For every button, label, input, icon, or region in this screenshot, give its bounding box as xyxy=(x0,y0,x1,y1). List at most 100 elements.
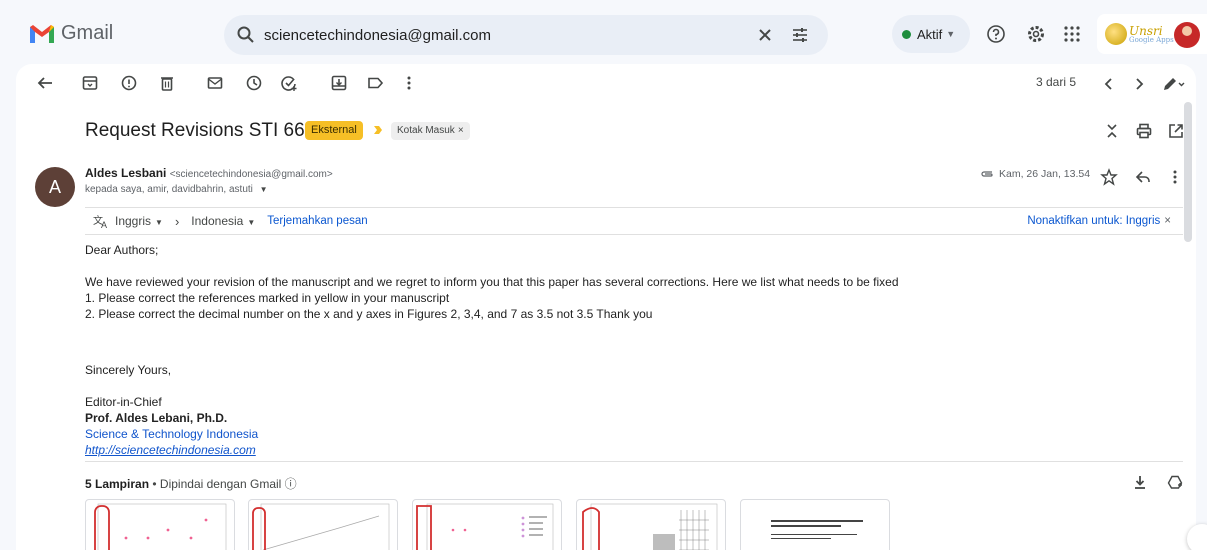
org-logo-icon xyxy=(1105,23,1127,45)
signature-url-link[interactable]: http://sciencetechindonesia.com xyxy=(85,442,899,458)
info-icon[interactable]: ⓘ xyxy=(285,477,297,491)
target-language-select[interactable]: Indonesia ▼ xyxy=(191,214,255,228)
chevron-down-icon: ▼ xyxy=(247,218,256,227)
status-label: Aktif xyxy=(917,26,943,42)
save-to-drive-icon[interactable] xyxy=(1167,474,1183,490)
body-closing: Sincerely Yours, xyxy=(85,363,172,377)
label-icon[interactable] xyxy=(366,74,384,92)
date-text: Kam, 26 Jan, 13.54 xyxy=(999,168,1091,180)
attachment-preview-image xyxy=(252,503,390,550)
org-logo-sub: Google Apps xyxy=(1129,35,1174,44)
back-arrow-icon[interactable] xyxy=(36,74,54,92)
label-external-badge: Eksternal xyxy=(305,121,363,140)
more-vertical-icon[interactable] xyxy=(1166,168,1184,186)
translate-message-link[interactable]: Terjemahkan pesan xyxy=(267,215,367,227)
attachments-scan-note: Dipindai dengan Gmail xyxy=(159,477,282,491)
attachment-thumbnail[interactable] xyxy=(85,499,235,550)
search-bar[interactable]: sciencetechindonesia@gmail.com xyxy=(224,15,828,55)
close-icon[interactable]: × xyxy=(1164,215,1171,227)
importance-marker-icon[interactable] xyxy=(373,125,383,135)
recipients-list: kepada saya, amir, davidbahrin, astuti xyxy=(85,184,253,195)
trash-icon[interactable] xyxy=(158,74,176,92)
body-item-1: 1. Please correct the references marked … xyxy=(85,291,450,305)
attachment-thumbnail[interactable] xyxy=(412,499,562,550)
print-icon[interactable] xyxy=(1135,122,1153,140)
message-body: Dear Authors; We have reviewed your revi… xyxy=(85,242,899,458)
user-avatar[interactable] xyxy=(1174,22,1200,48)
svg-text:A: A xyxy=(101,220,107,229)
body-paragraph: We have reviewed your revision of the ma… xyxy=(85,275,899,289)
move-to-icon[interactable] xyxy=(330,74,348,92)
floating-action-button[interactable] xyxy=(1187,524,1207,550)
attachment-preview-image xyxy=(771,520,863,539)
filter-options-icon[interactable] xyxy=(790,25,810,45)
star-icon[interactable] xyxy=(1100,168,1118,186)
email-subject: Request Revisions STI 662 xyxy=(85,120,316,141)
chevron-right-icon[interactable] xyxy=(1130,75,1148,93)
body-greeting: Dear Authors; xyxy=(85,243,159,257)
attachments-count: 5 Lampiran xyxy=(85,477,150,491)
open-new-window-icon[interactable] xyxy=(1167,122,1185,140)
apps-grid-icon[interactable] xyxy=(1062,24,1082,44)
help-icon[interactable] xyxy=(986,24,1006,44)
report-spam-icon[interactable] xyxy=(120,74,138,92)
org-logo-text: Unsri Google Apps xyxy=(1129,25,1174,44)
message-view: 3 dari 5 Request Revisions STI 662 Ekste… xyxy=(16,64,1196,550)
signature-org: Science & Technology Indonesia xyxy=(85,427,259,441)
collapse-all-icon[interactable] xyxy=(1103,122,1121,140)
signature-role: Editor-in-Chief xyxy=(85,395,162,409)
chevron-right-icon: › xyxy=(174,213,180,229)
attachment-thumbnail[interactable] xyxy=(248,499,398,550)
label-inbox-chip[interactable]: Kotak Masuk × xyxy=(391,122,470,140)
disable-translation-link[interactable]: Nonaktifkan untuk: Inggris × xyxy=(1027,215,1171,227)
sender-name[interactable]: Aldes Lesbani xyxy=(85,166,166,180)
add-task-icon[interactable] xyxy=(280,74,298,92)
message-date: Kam, 26 Jan, 13.54 xyxy=(980,168,1090,180)
attachment-preview-image xyxy=(582,503,718,550)
attachment-thumbnail[interactable] xyxy=(576,499,726,550)
attachment-clip-icon xyxy=(981,171,993,177)
attachment-preview-image xyxy=(94,503,227,550)
status-selector[interactable]: Aktif ▼ xyxy=(892,15,970,53)
message-toolbar: 3 dari 5 xyxy=(16,64,1196,104)
gmail-logo[interactable]: Gmail xyxy=(29,22,113,45)
pager-label: 3 dari 5 xyxy=(1036,75,1077,89)
disable-translation-text: Nonaktifkan untuk: Inggris xyxy=(1027,215,1161,227)
mark-unread-icon[interactable] xyxy=(206,74,224,92)
signature-name: Prof. Aldes Lebani, Ph.D. xyxy=(85,411,228,425)
more-vertical-icon[interactable] xyxy=(400,74,418,92)
chevron-down-icon: ▼ xyxy=(259,185,268,194)
top-bar: Gmail sciencetechindonesia@gmail.com Akt… xyxy=(0,0,1207,64)
source-language: Inggris xyxy=(115,214,152,228)
gmail-m-icon xyxy=(30,24,54,43)
attachment-preview-image xyxy=(416,503,554,550)
scrollbar[interactable] xyxy=(1184,102,1192,242)
sender-avatar[interactable]: A xyxy=(35,167,75,207)
chevron-down-icon: ▼ xyxy=(946,29,956,39)
input-tools-pen-icon[interactable] xyxy=(1161,75,1187,93)
reply-icon[interactable] xyxy=(1134,168,1152,186)
chevron-left-icon[interactable] xyxy=(1100,75,1118,93)
search-input[interactable]: sciencetechindonesia@gmail.com xyxy=(264,27,756,44)
attachment-thumbnail[interactable] xyxy=(740,499,890,550)
gear-icon[interactable] xyxy=(1026,24,1046,44)
download-all-icon[interactable] xyxy=(1132,474,1148,490)
source-language-select[interactable]: Inggris ▼ xyxy=(115,214,163,228)
attachments-header: 5 Lampiran • Dipindai dengan Gmail ⓘ xyxy=(85,477,297,491)
sender-email: <sciencetechindonesia@gmail.com> xyxy=(169,169,333,180)
target-language: Indonesia xyxy=(191,214,244,228)
label-inbox-text: Kotak Masuk xyxy=(397,125,455,136)
archive-icon[interactable] xyxy=(81,74,99,92)
online-dot-icon xyxy=(902,29,911,39)
snooze-clock-icon[interactable] xyxy=(245,74,263,92)
translate-icon: 文 A xyxy=(93,214,107,229)
search-icon[interactable] xyxy=(236,25,256,45)
recipients-toggle[interactable]: kepada saya, amir, davidbahrin, astuti ▼ xyxy=(85,184,268,195)
remove-label-icon[interactable]: × xyxy=(458,125,464,136)
close-icon[interactable] xyxy=(756,26,774,44)
sender-info: Aldes Lesbani <sciencetechindonesia@gmai… xyxy=(85,166,333,180)
divider xyxy=(85,461,1183,462)
translate-bar: 文 A Inggris ▼ › Indonesia ▼ Terjemahkan pe… xyxy=(85,207,1183,235)
